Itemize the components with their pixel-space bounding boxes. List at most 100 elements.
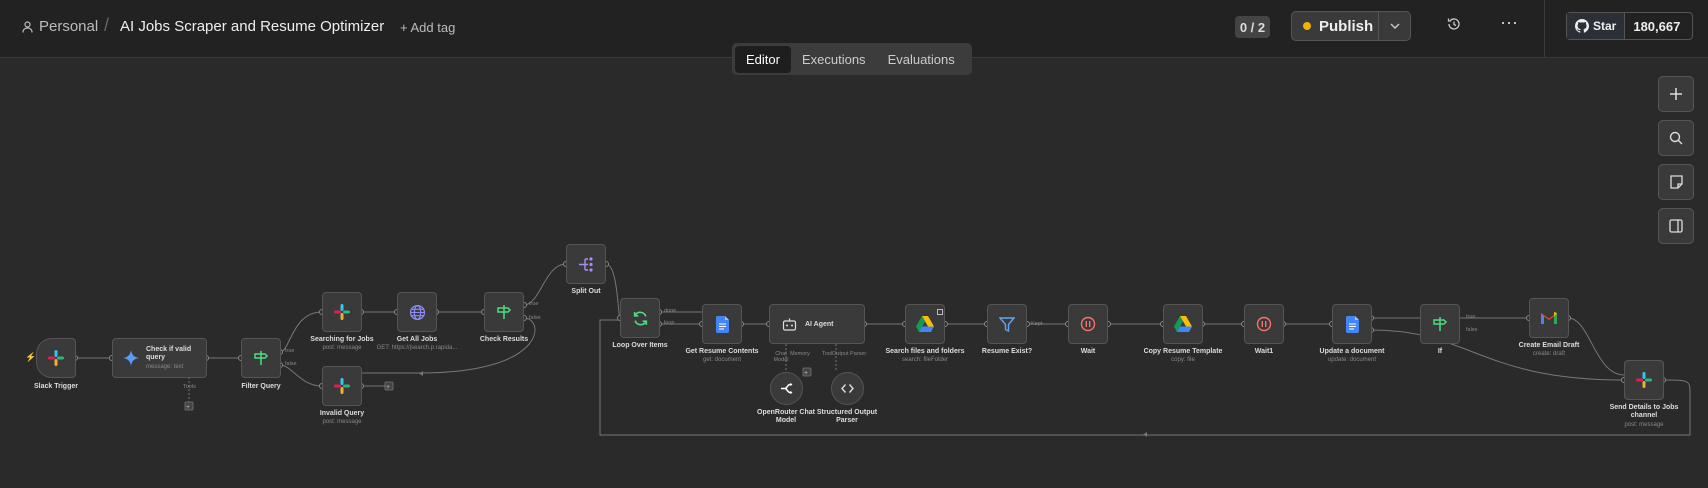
branch-false-2: false bbox=[529, 315, 541, 321]
node-slack-trigger[interactable] bbox=[36, 338, 76, 378]
sub-invalid-query: post: message bbox=[322, 419, 362, 425]
pause-icon bbox=[1080, 316, 1096, 332]
label-wait1: Wait1 bbox=[1254, 348, 1274, 355]
label-check-valid-query: Check if valid query bbox=[146, 346, 192, 361]
node-openrouter-chat-model[interactable] bbox=[770, 372, 803, 405]
gemini-sparkle-icon bbox=[123, 350, 139, 366]
label-wait: Wait bbox=[1080, 348, 1096, 355]
port-label-memory: Memory bbox=[790, 351, 810, 357]
node-invalid-query[interactable] bbox=[322, 366, 362, 406]
node-copy-resume-template[interactable] bbox=[1163, 304, 1203, 344]
label-create-email-draft: Create Email Draft bbox=[1518, 342, 1580, 349]
label-if: If bbox=[1437, 348, 1443, 355]
node-resume-exist[interactable] bbox=[987, 304, 1027, 344]
port-label-tools: Tools bbox=[183, 384, 196, 390]
sticky-note-icon bbox=[1669, 175, 1683, 189]
node-update-a-document[interactable] bbox=[1332, 304, 1372, 344]
branch-loop: loop bbox=[664, 320, 675, 326]
sub-create-email-draft: create: draft bbox=[1532, 351, 1565, 357]
sub-get-all-jobs: GET: https://jsearch.p.rapida... bbox=[376, 345, 458, 351]
node-create-email-draft[interactable] bbox=[1529, 298, 1569, 338]
svg-text:+: + bbox=[186, 404, 190, 411]
slack-icon bbox=[48, 350, 64, 366]
slack-icon bbox=[334, 378, 350, 394]
robot-icon bbox=[782, 318, 797, 331]
label-resume-exist: Resume Exist? bbox=[981, 348, 1033, 355]
node-loop-over-items[interactable] bbox=[620, 298, 660, 338]
node-check-results[interactable] bbox=[484, 292, 524, 332]
node-send-details-to-jobs-channel[interactable] bbox=[1624, 360, 1664, 400]
plus-icon bbox=[1670, 88, 1682, 100]
label-get-resume-contents: Get Resume Contents bbox=[685, 348, 759, 355]
branch-true-3: true bbox=[1466, 314, 1476, 320]
branch-true-2: true bbox=[529, 301, 539, 307]
openrouter-icon bbox=[781, 383, 793, 394]
toggle-panel-button[interactable] bbox=[1658, 208, 1694, 244]
node-check-valid-query[interactable]: Check if valid query message: text bbox=[112, 338, 207, 378]
search-nodes-button[interactable] bbox=[1658, 120, 1694, 156]
label-send-details-to-jobs-channel: Send Details to Jobs channel bbox=[1609, 404, 1679, 420]
panel-icon bbox=[1669, 219, 1683, 233]
node-split-out[interactable] bbox=[566, 244, 606, 284]
node-ai-agent[interactable]: AI Agent bbox=[769, 304, 865, 344]
branch-done: done bbox=[664, 308, 677, 314]
sticky-note-button[interactable] bbox=[1658, 164, 1694, 200]
code-brackets-icon bbox=[841, 384, 854, 393]
slack-icon bbox=[1636, 372, 1652, 388]
sub-search-files-and-folders: search: fileFolder bbox=[901, 357, 949, 363]
label-check-results: Check Results bbox=[479, 336, 529, 343]
sub-copy-resume-template: copy: file bbox=[1171, 357, 1195, 363]
node-wait1[interactable] bbox=[1244, 304, 1284, 344]
port-label-output-parser: Output Parser bbox=[832, 351, 867, 357]
node-filter-query[interactable] bbox=[241, 338, 281, 378]
slack-icon bbox=[334, 304, 350, 320]
sub-send-details-to-jobs-channel: post: message bbox=[1624, 422, 1664, 428]
add-node-button[interactable] bbox=[1658, 76, 1694, 112]
branch-false-1: false bbox=[285, 361, 297, 367]
label-structured-output-parser: Structured Output Parser bbox=[816, 409, 878, 425]
signpost-icon bbox=[1433, 317, 1448, 331]
signpost-icon bbox=[497, 305, 512, 319]
search-icon bbox=[1669, 131, 1683, 145]
label-search-files-and-folders: Search files and folders bbox=[885, 348, 965, 355]
loop-icon bbox=[633, 311, 647, 325]
port-label-tool: Tool bbox=[822, 351, 833, 357]
google-docs-icon bbox=[715, 315, 729, 333]
trigger-bolt-icon: ⚡ bbox=[25, 352, 37, 362]
signpost-icon bbox=[254, 351, 269, 365]
branch-true-1: true bbox=[285, 348, 295, 354]
label-split-out: Split Out bbox=[571, 288, 601, 295]
google-docs-icon bbox=[1345, 315, 1359, 333]
label-searching-for-jobs: Searching for Jobs bbox=[310, 336, 374, 343]
google-drive-icon bbox=[1174, 316, 1192, 332]
svg-text:+: + bbox=[386, 384, 390, 391]
port-label-kept: Kept bbox=[1031, 321, 1043, 327]
sub-check-valid-query: message: text bbox=[146, 363, 184, 370]
pause-icon bbox=[1256, 316, 1272, 332]
label-ai-agent: AI Agent bbox=[805, 320, 834, 328]
label-get-all-jobs: Get All Jobs bbox=[396, 336, 438, 343]
google-drive-icon bbox=[916, 316, 934, 332]
port-label-chat-model: Chat Model bbox=[773, 351, 789, 364]
sub-update-a-document: update: document bbox=[1327, 357, 1377, 363]
sub-get-resume-contents: get: document bbox=[702, 357, 742, 363]
split-icon bbox=[578, 256, 593, 272]
node-searching-for-jobs[interactable] bbox=[322, 292, 362, 332]
label-invalid-query: Invalid Query bbox=[319, 410, 365, 417]
branch-false-3: false bbox=[1466, 327, 1478, 333]
label-update-a-document: Update a document bbox=[1319, 348, 1385, 355]
label-filter-query: Filter Query bbox=[241, 383, 281, 390]
gmail-icon bbox=[1541, 312, 1557, 324]
svg-text:+: + bbox=[804, 370, 808, 377]
filter-icon bbox=[999, 316, 1015, 332]
label-slack-trigger: Slack Trigger bbox=[34, 383, 78, 390]
globe-icon bbox=[409, 304, 425, 320]
label-openrouter-chat-model: OpenRouter Chat Model bbox=[757, 409, 815, 425]
node-wait[interactable] bbox=[1068, 304, 1108, 344]
node-get-resume-contents[interactable] bbox=[702, 304, 742, 344]
node-badge-icon bbox=[937, 309, 943, 315]
node-if[interactable] bbox=[1420, 304, 1460, 344]
label-loop-over-items: Loop Over Items bbox=[612, 342, 668, 349]
node-structured-output-parser[interactable] bbox=[831, 372, 864, 405]
node-get-all-jobs[interactable] bbox=[397, 292, 437, 332]
